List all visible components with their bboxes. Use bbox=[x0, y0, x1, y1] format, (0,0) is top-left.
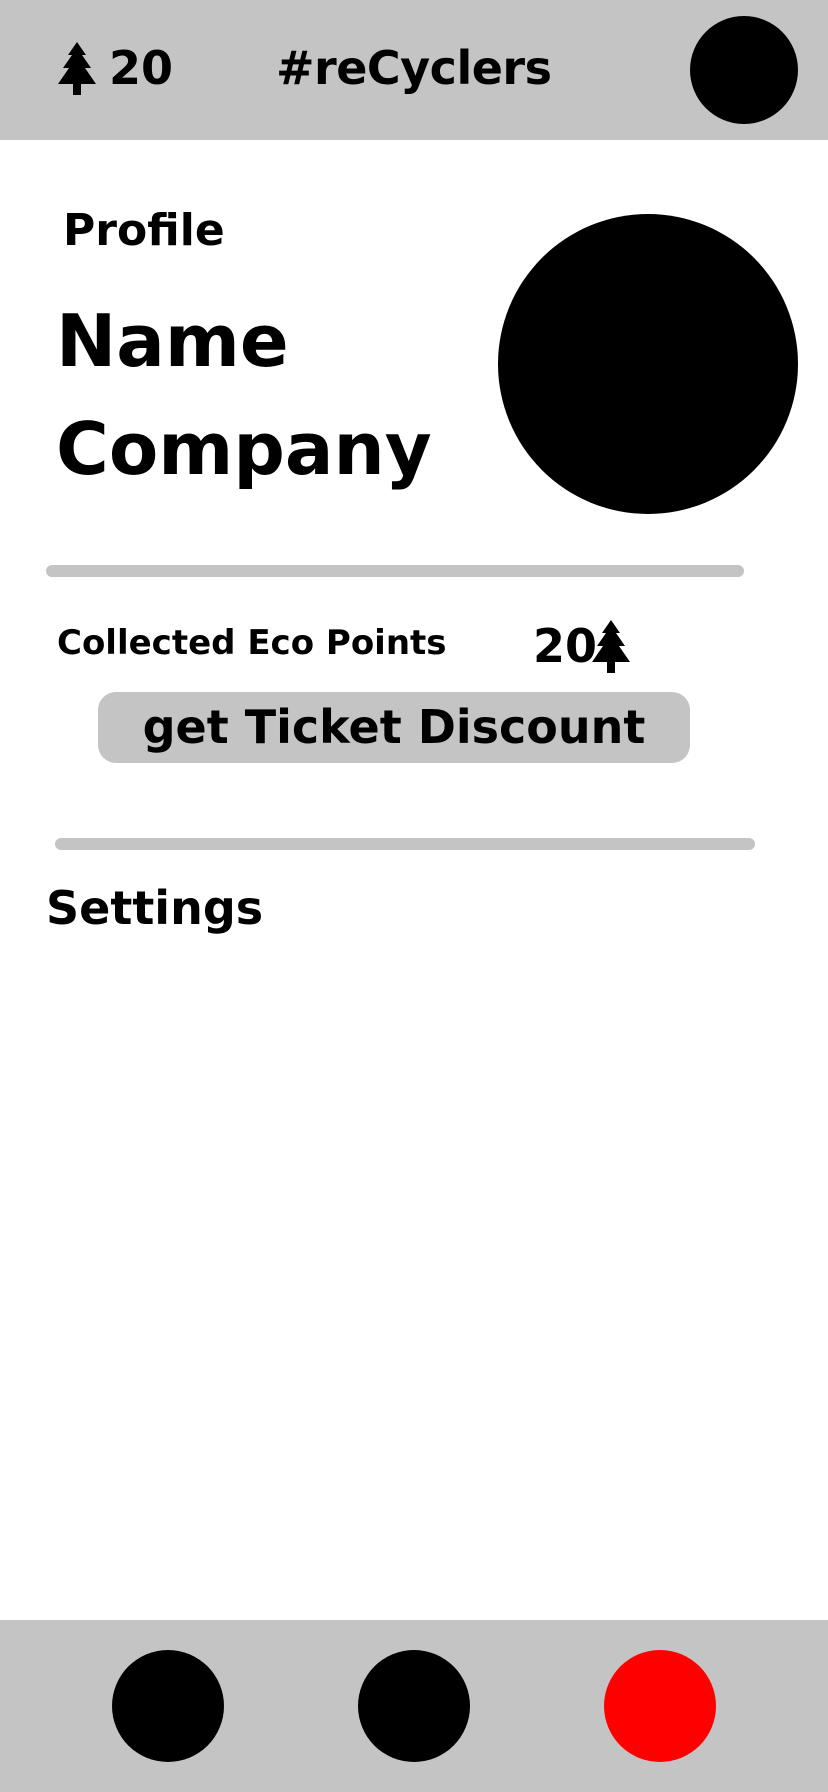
nav-item-3-active[interactable] bbox=[604, 1650, 716, 1762]
eco-points-label: Collected Eco Points bbox=[57, 623, 447, 663]
top-bar: 20 #reCyclers bbox=[0, 0, 828, 140]
bottom-nav bbox=[0, 1620, 828, 1792]
settings-section-title[interactable]: Settings bbox=[46, 880, 263, 936]
app-title: #reCyclers bbox=[276, 41, 552, 95]
divider bbox=[46, 565, 744, 577]
profile-company: Company bbox=[56, 407, 432, 491]
divider bbox=[55, 838, 755, 850]
eco-points-value: 20 bbox=[533, 619, 598, 673]
profile-name: Name bbox=[56, 299, 289, 383]
nav-item-1[interactable] bbox=[112, 1650, 224, 1762]
profile-section-title: Profile bbox=[63, 205, 225, 256]
profile-photo-icon[interactable] bbox=[498, 214, 798, 514]
header-points: 20 bbox=[109, 41, 174, 95]
tree-icon bbox=[58, 42, 96, 95]
user-avatar-icon[interactable] bbox=[690, 16, 798, 124]
tree-icon bbox=[592, 620, 630, 673]
get-ticket-discount-button[interactable]: get Ticket Discount bbox=[98, 692, 690, 763]
nav-item-2[interactable] bbox=[358, 1650, 470, 1762]
